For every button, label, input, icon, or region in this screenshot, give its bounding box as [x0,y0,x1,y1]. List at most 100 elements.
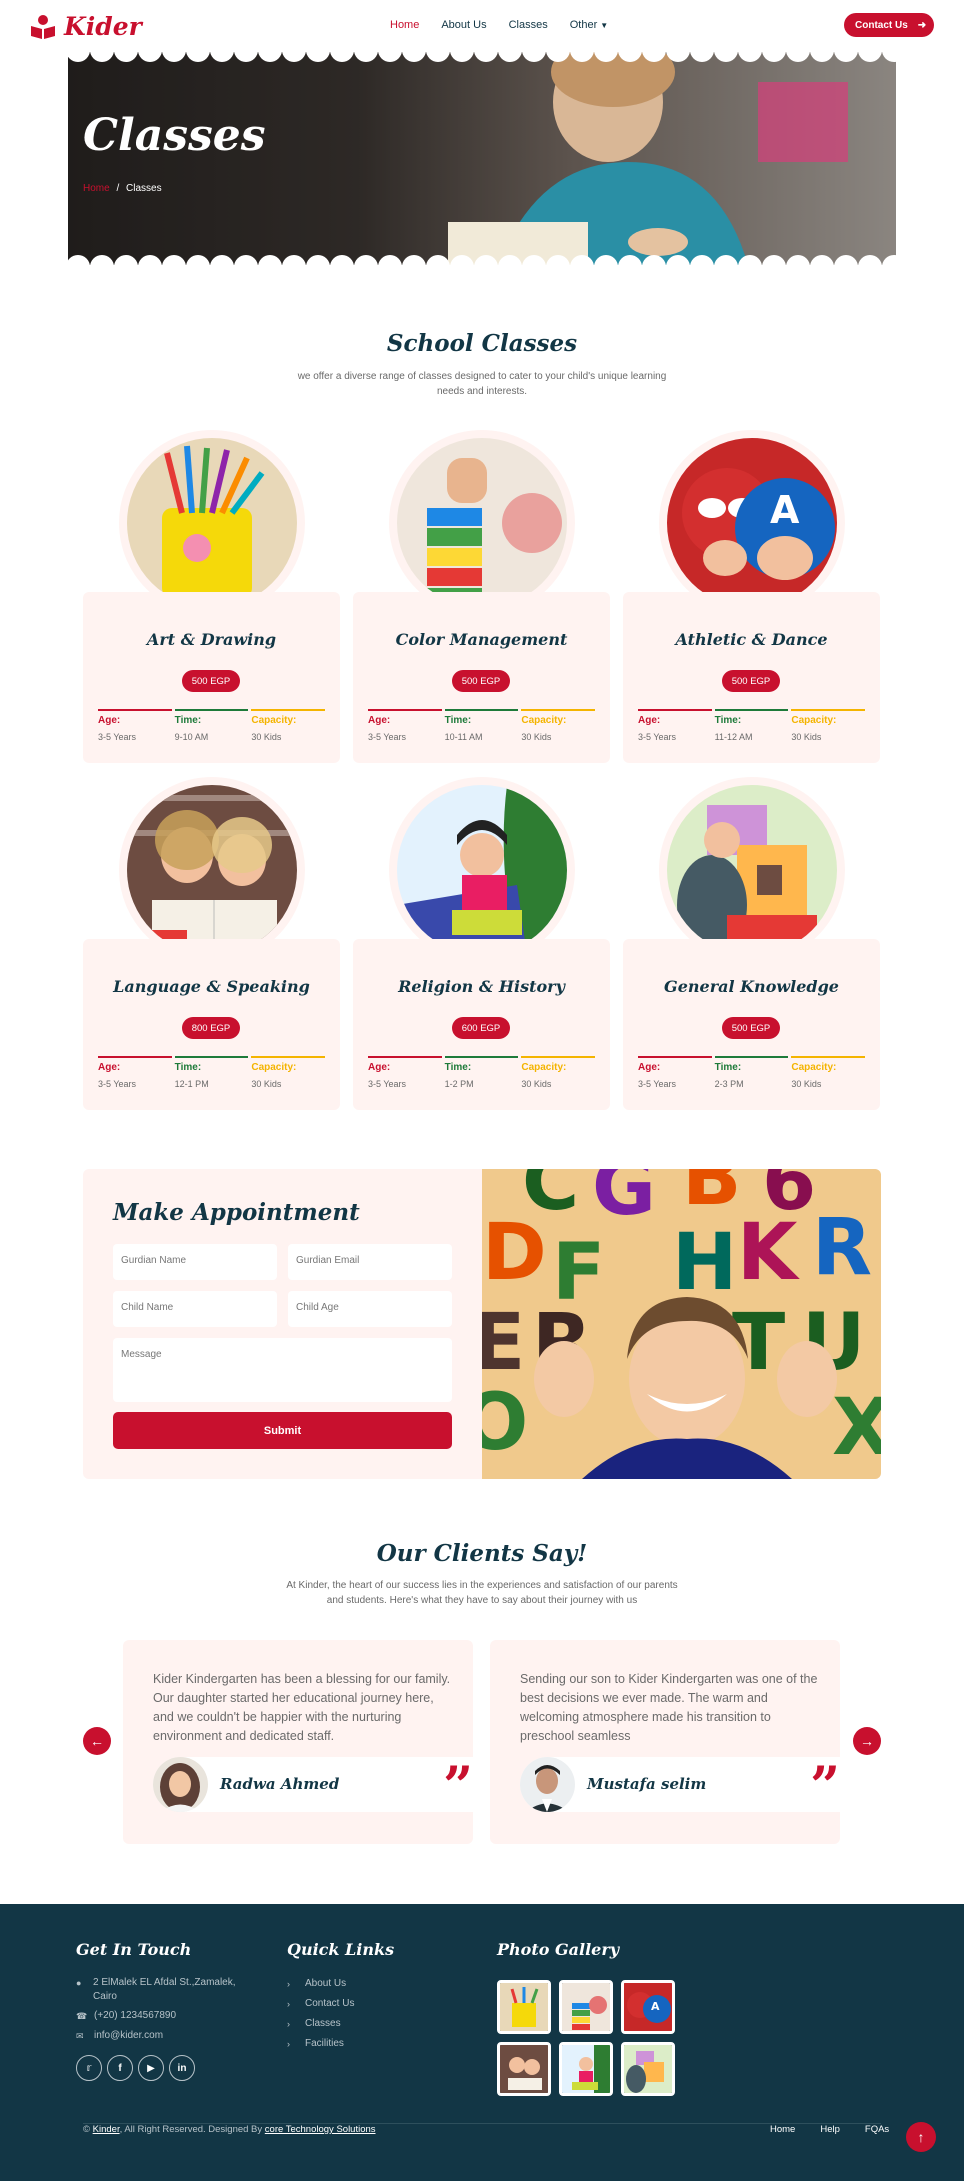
class-card: Athletic & Dance 500 EGP Age: 3-5 Years T… [623,592,880,763]
carousel-prev-button[interactable]: ← [83,1727,111,1755]
class-card: Religion & History 600 EGP Age: 3-5 Years… [353,939,610,1110]
arrow-right-icon: → [860,1733,874,1749]
class-image-frame [389,430,575,616]
nav-other[interactable]: Other ▼ [570,19,609,31]
age-label: Age: [98,715,121,726]
age-label: Age: [98,1062,121,1073]
class-time: 11-12 AM [714,732,753,742]
footer-email-line: ✉ info@kider.com [76,2029,163,2043]
nav-home[interactable]: Home [390,19,419,31]
page-header-banner: Classes Home / Classes [68,52,896,265]
class-name: General Knowledge [664,977,839,996]
child-name-field[interactable]: Child Name [113,1291,277,1327]
footer-address-line: ● 2 ElMalek EL Afdal St.,Zamalek, Cairo [76,1976,246,2004]
class-name: Language & Speaking [113,977,310,996]
svg-text:A: A [770,488,800,532]
guardian-name-field[interactable]: Gurdian Name [113,1244,277,1280]
page-title: Classes [83,110,266,161]
map-marker-icon: ● [76,1978,82,1988]
twitter-button[interactable]: 𝕣 [76,2055,102,2081]
class-capacity: 30 Kids [251,732,282,742]
class-image-religion [397,785,567,955]
capacity-label: Capacity: [521,715,567,726]
time-label: Time: [174,715,202,726]
class-card: Art & Drawing 500 EGP Age: 3-5 Years Time… [83,592,340,763]
arrow-left-icon: ← [90,1733,104,1749]
svg-text:A: A [651,2000,660,2013]
copyright-brand-link[interactable]: Kinder [93,2124,120,2135]
time-label: Time: [174,1062,202,1073]
gallery-thumb[interactable] [559,1980,613,2034]
nav-classes[interactable]: Classes [509,19,548,31]
gallery-thumb[interactable] [621,2042,675,2096]
designer-link[interactable]: core Technology Solutions [265,2124,376,2135]
linkedin-button[interactable]: in [169,2055,195,2081]
gallery-thumb[interactable] [559,2042,613,2096]
brand-logo[interactable]: Kider [30,12,142,41]
nav-about[interactable]: About Us [441,19,486,31]
footer-gallery-title: Photo Gallery [497,1940,620,1959]
class-capacity: 30 Kids [521,732,552,742]
class-info: Age: 3-5 Years Time: 2-3 PM Capacity: 30 Ki… [638,1056,866,1089]
class-capacity: 30 Kids [791,1079,822,1089]
breadcrumb-home[interactable]: Home [83,183,110,194]
contact-us-button[interactable]: Contact Us ➜ [844,13,934,37]
footer-link-contact[interactable]: › Contact Us [287,1997,354,2011]
guardian-email-field[interactable]: Gurdian Email [288,1244,452,1280]
class-card: Color Management 500 EGP Age: 3-5 Years T… [353,592,610,763]
gallery-thumb[interactable] [497,1980,551,2034]
message-textarea[interactable]: Message [113,1338,452,1402]
testimonial-name: Radwa Ahmed [220,1775,340,1793]
footer-link-facilities[interactable]: › Facilities [287,2037,344,2051]
class-name: Color Management [395,630,568,649]
facebook-icon: f [118,2062,122,2074]
footer-touch-title: Get In Touch [76,1940,192,1959]
footer-bottom-nav: Home Help FQAs [770,2124,889,2135]
envelope-icon: ✉ [76,2031,84,2041]
breadcrumb-current: Classes [126,183,162,194]
arrow-up-icon: ↑ [917,2129,925,2145]
time-label: Time: [714,1062,742,1073]
appointment-section: Make Appointment Gurdian Name Gurdian Em… [83,1169,881,1479]
footer-faqs-link[interactable]: FQAs [865,2124,889,2135]
class-image-frame [389,777,575,963]
class-info: Age: 3-5 Years Time: 12-1 PM Capacity: 30 K… [98,1056,326,1089]
child-age-field[interactable]: Child Age [288,1291,452,1327]
youtube-icon: ▶ [147,2062,155,2074]
footer-link-classes[interactable]: › Classes [287,2017,341,2031]
svg-text:R: R [812,1203,872,1293]
class-price-badge: 500 EGP [452,670,510,692]
class-image-frame: A [659,430,845,616]
class-image-blocks [397,438,567,608]
class-time: 9-10 AM [174,732,209,742]
footer-link-about[interactable]: › About Us [287,1977,346,1991]
class-time: 10-11 AM [444,732,483,742]
nav-other-label: Other [569,19,598,31]
class-image-reading [127,785,297,955]
gallery-thumb[interactable] [497,2042,551,2096]
brand-name: Kider [64,12,142,41]
chevron-right-icon: › [287,1979,290,1989]
class-age: 3-5 Years [98,732,137,742]
copyright: © Kinder, All Right Reserved. Designed B… [83,2124,376,2135]
gallery-thumb[interactable]: A [621,1980,675,2034]
chevron-right-icon: › [287,1999,290,2009]
footer-home-link[interactable]: Home [770,2124,795,2135]
class-name: Religion & History [398,977,565,996]
chevron-right-icon: › [287,2039,290,2049]
footer-help-link[interactable]: Help [820,2124,840,2135]
class-image-frame [119,777,305,963]
breadcrumb-separator: / [116,183,120,194]
footer-link-facilities-label: Facilities [305,2038,344,2049]
facebook-button[interactable]: f [107,2055,133,2081]
back-to-top-button[interactable]: ↑ [906,2122,936,2152]
book-reader-icon [30,14,56,40]
class-image-frame [119,430,305,616]
testimonial-author: Radwa Ahmed ” [153,1756,473,1817]
quote-icon: ” [443,1756,473,1817]
carousel-next-button[interactable]: → [853,1727,881,1755]
submit-button[interactable]: Submit [113,1412,452,1449]
main-menu: Home About Us Classes Other ▼ [390,19,608,31]
footer-email[interactable]: info@kider.com [94,2029,163,2043]
youtube-button[interactable]: ▶ [138,2055,164,2081]
